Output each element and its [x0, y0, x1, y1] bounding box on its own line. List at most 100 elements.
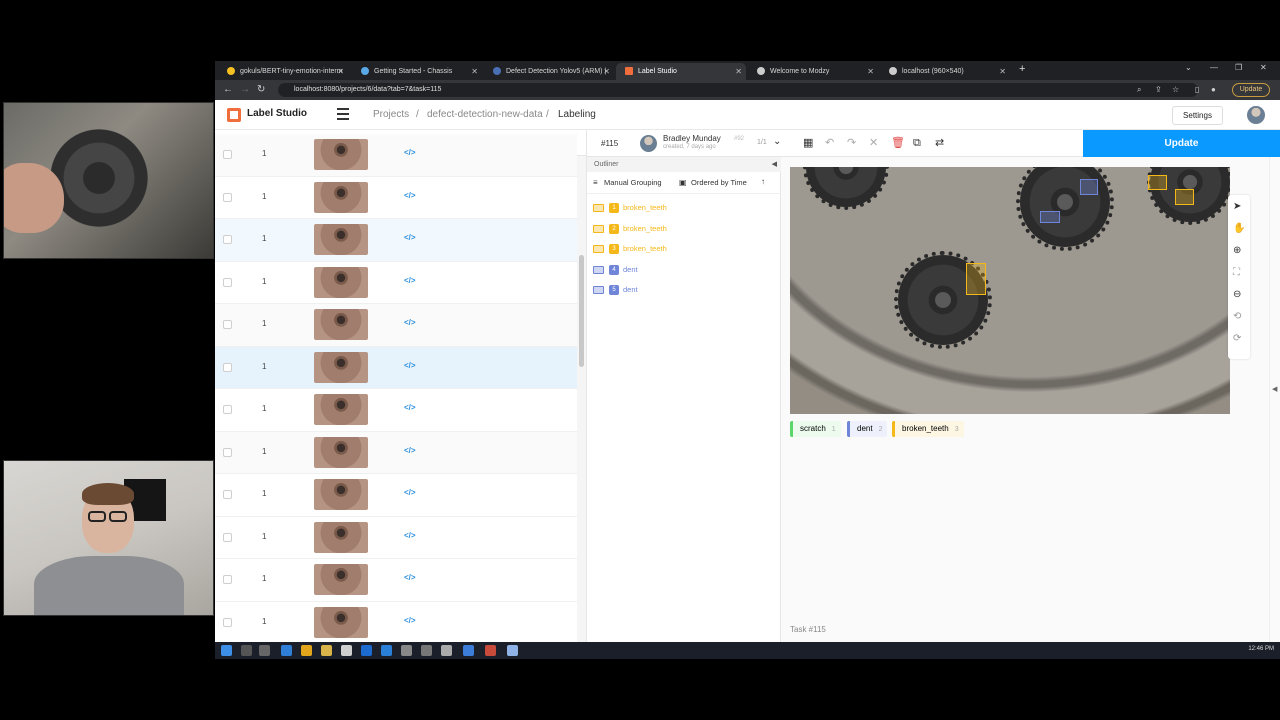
row-code-icon[interactable]: </> — [404, 403, 416, 412]
dent-region-box[interactable] — [1040, 211, 1060, 223]
row-code-icon[interactable]: </> — [404, 191, 416, 200]
row-image-thumbnail[interactable] — [314, 309, 368, 340]
settings-button[interactable]: Settings — [1172, 106, 1223, 125]
close-tab-icon[interactable]: ✕ — [867, 63, 874, 80]
back-icon[interactable]: ← — [223, 83, 233, 97]
collapse-left-icon[interactable]: ◀ — [772, 157, 777, 172]
broken-teeth-region-box[interactable] — [1175, 189, 1194, 205]
update-button[interactable]: Update — [1083, 130, 1280, 157]
browser-tab-3[interactable]: Defect Detection Yolov5 (ARM) | ✕ — [484, 63, 614, 80]
explorer-icon[interactable] — [321, 645, 332, 656]
row-code-icon[interactable]: </> — [404, 233, 416, 242]
close-tab-icon[interactable]: ✕ — [603, 63, 610, 80]
browser-update-chip[interactable]: Update — [1232, 83, 1270, 97]
task-image[interactable] — [790, 167, 1230, 414]
rotate-left-icon[interactable]: ⟲ — [1233, 311, 1241, 322]
search-icon[interactable] — [241, 645, 252, 656]
row-checkbox[interactable] — [223, 192, 232, 202]
hamburger-menu-icon[interactable] — [337, 108, 349, 120]
chrome-icon[interactable] — [301, 645, 312, 656]
row-image-thumbnail[interactable] — [314, 606, 368, 638]
chevron-down-icon[interactable]: ⌄ — [773, 136, 781, 147]
rotate-right-icon[interactable]: ⟳ — [1233, 333, 1241, 344]
row-checkbox[interactable] — [223, 532, 232, 542]
row-checkbox[interactable] — [223, 320, 232, 329]
row-checkbox[interactable] — [223, 277, 232, 287]
redo-icon[interactable]: ↷ — [847, 137, 856, 149]
label-chip[interactable]: broken_teeth 3 — [892, 421, 964, 437]
sidebar-icon[interactable]: ▯ — [1195, 83, 1199, 97]
app-icon[interactable] — [341, 645, 352, 656]
label-chip[interactable]: scratch 1 — [790, 421, 841, 437]
breadcrumb-project-name[interactable]: defect-detection-new-data — [427, 109, 543, 120]
zoom-out-icon[interactable]: ⊖ — [1233, 289, 1241, 300]
table-row[interactable]: 1 </> — [215, 134, 577, 177]
row-code-icon[interactable]: </> — [404, 276, 416, 285]
table-row[interactable]: 1 </> — [215, 346, 577, 389]
row-image-thumbnail[interactable] — [314, 394, 368, 425]
row-checkbox[interactable] — [223, 490, 232, 499]
right-panel-collapse[interactable]: ◀ — [1269, 157, 1280, 642]
browser-tab-2[interactable]: Getting Started - Chassis ✕ — [352, 63, 482, 80]
user-avatar[interactable] — [1247, 106, 1265, 124]
zoom-in-icon[interactable]: ⊕ — [1233, 245, 1241, 256]
row-image-thumbnail[interactable] — [314, 564, 368, 595]
close-tab-icon[interactable]: ✕ — [471, 63, 478, 80]
table-row[interactable]: 1 </> — [215, 559, 577, 602]
forward-icon[interactable]: → — [240, 83, 250, 97]
table-row[interactable]: 1 </> — [215, 177, 577, 219]
task-view-icon[interactable] — [259, 645, 270, 656]
minimize-icon[interactable]: — — [1210, 63, 1218, 72]
close-tab-icon[interactable]: ✕ — [337, 63, 344, 80]
share-icon[interactable]: ⇪ — [1155, 83, 1162, 97]
vscode-icon[interactable] — [381, 645, 392, 656]
ordering-selector[interactable]: Ordered by Time — [691, 178, 747, 187]
row-image-thumbnail[interactable] — [314, 266, 368, 298]
url-field[interactable]: localhost:8080/projects/6/data?tab=7&tas… — [278, 83, 1198, 97]
table-row[interactable]: 1 </> — [215, 517, 577, 559]
row-checkbox[interactable] — [223, 405, 232, 414]
swap-icon[interactable]: ⇄ — [935, 137, 944, 149]
tab-search-icon[interactable]: ⌄ — [1185, 63, 1192, 72]
table-row[interactable]: 1 </> — [215, 389, 577, 432]
table-row[interactable]: 1 </> — [215, 219, 577, 262]
row-checkbox[interactable] — [223, 362, 232, 372]
row-image-thumbnail[interactable] — [314, 139, 368, 170]
start-icon[interactable] — [221, 645, 232, 656]
fit-to-screen-icon[interactable]: ⛶ — [1233, 267, 1240, 278]
outliner-region-item[interactable]: 5 dent — [593, 283, 638, 297]
outliner-region-item[interactable]: 2 broken_teeth — [593, 222, 667, 236]
row-image-thumbnail[interactable] — [314, 181, 368, 213]
row-code-icon[interactable]: </> — [404, 318, 416, 327]
restore-icon[interactable]: ❐ — [1235, 63, 1242, 72]
row-checkbox[interactable] — [223, 575, 232, 584]
row-image-thumbnail[interactable] — [314, 224, 368, 255]
table-row[interactable]: 1 </> — [215, 431, 577, 474]
browser-tab-6[interactable]: localhost (960×540) ✕ — [880, 63, 1010, 80]
app-icon[interactable] — [421, 645, 432, 656]
app-icon[interactable] — [281, 645, 292, 656]
row-image-thumbnail[interactable] — [314, 521, 368, 553]
table-scrollbar[interactable] — [577, 156, 586, 642]
select-cursor-icon[interactable]: ➤ — [1233, 201, 1241, 212]
close-tab-icon[interactable]: ✕ — [999, 63, 1006, 80]
row-code-icon[interactable]: </> — [404, 531, 416, 540]
breadcrumb-projects[interactable]: Projects — [373, 109, 409, 120]
table-row[interactable]: 1 </> — [215, 474, 577, 517]
app-icon[interactable] — [485, 645, 496, 656]
outliner-region-item[interactable]: 4 dent — [593, 263, 638, 277]
row-code-icon[interactable]: </> — [404, 148, 416, 157]
browser-tab-5[interactable]: Welcome to Modzy ✕ — [748, 63, 878, 80]
sort-direction-icon[interactable]: ↑ — [761, 177, 765, 186]
reload-icon[interactable]: ↻ — [257, 83, 265, 97]
row-code-icon[interactable]: </> — [404, 361, 416, 370]
row-image-thumbnail[interactable] — [314, 351, 368, 383]
app-icon[interactable] — [401, 645, 412, 656]
row-checkbox[interactable] — [223, 150, 232, 159]
undo-icon[interactable]: ↶ — [825, 137, 834, 149]
row-image-thumbnail[interactable] — [314, 436, 368, 468]
expand-panel-icon[interactable]: ◀ — [1272, 385, 1277, 393]
table-row[interactable]: 1 </> — [215, 602, 577, 643]
row-code-icon[interactable]: </> — [404, 446, 416, 455]
row-checkbox[interactable] — [223, 235, 232, 244]
